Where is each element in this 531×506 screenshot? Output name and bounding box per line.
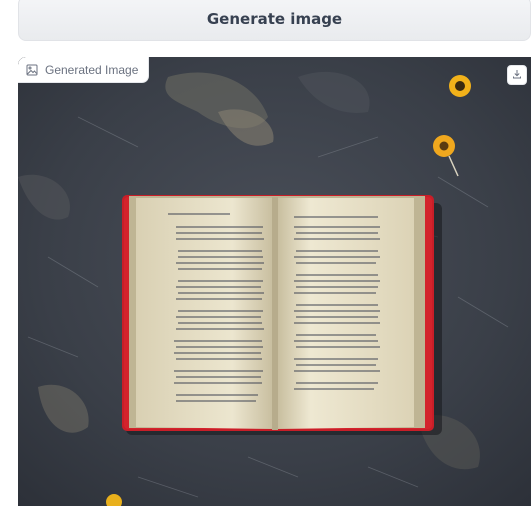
flower-top (449, 75, 471, 97)
image-output-panel: Generated Image (18, 57, 531, 506)
download-button[interactable] (507, 65, 527, 85)
download-icon (512, 66, 522, 84)
generated-image (18, 57, 531, 506)
image-label: Generated Image (18, 57, 150, 83)
generate-image-button[interactable]: Generate image (18, 0, 531, 41)
image-label-text: Generated Image (45, 62, 139, 77)
image-icon (26, 64, 38, 76)
app-root: Generate image Generated Image (0, 0, 531, 506)
